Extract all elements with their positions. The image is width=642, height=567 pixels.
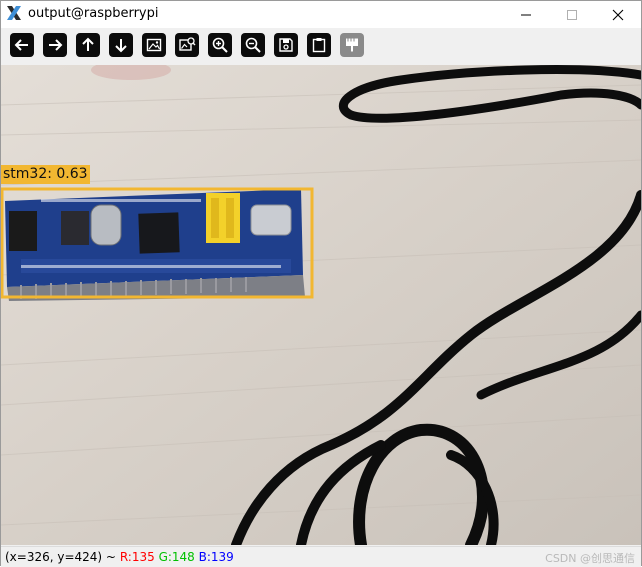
pan-down-button[interactable] xyxy=(109,33,133,57)
clipboard-icon xyxy=(312,38,326,53)
copy-button[interactable] xyxy=(307,33,331,57)
zoom-original-button[interactable] xyxy=(175,33,199,57)
maximize-icon xyxy=(567,9,577,20)
window-title: output@raspberrypi xyxy=(28,6,159,21)
zoom-in-button[interactable] xyxy=(208,33,232,57)
arrow-left-icon xyxy=(14,39,28,51)
desk-surface xyxy=(1,65,641,545)
close-button[interactable] xyxy=(595,1,641,28)
pixel-info: (x=326, y=424) ~ R:135 G:148 B:139 xyxy=(5,550,234,564)
camera-frame xyxy=(1,65,641,545)
blue-value: B:139 xyxy=(198,550,234,564)
pan-up-button[interactable] xyxy=(76,33,100,57)
pan-left-button[interactable] xyxy=(10,33,34,57)
arrow-down-icon xyxy=(115,39,127,53)
red-value: R:135 xyxy=(119,550,155,564)
toolbar xyxy=(1,28,641,64)
stm32-board xyxy=(5,189,305,301)
app-window: output@raspberrypi stm32: 0.63 (x=326, y… xyxy=(0,0,642,567)
minimize-button[interactable] xyxy=(503,1,549,28)
image-view[interactable]: stm32: 0.63 xyxy=(1,65,641,545)
save-icon xyxy=(279,38,293,52)
minimize-icon xyxy=(521,14,531,15)
paintbrush-icon xyxy=(346,38,358,52)
x-logo-icon xyxy=(7,6,21,20)
cursor-position: (x=326, y=424) ~ xyxy=(5,550,116,564)
properties-button[interactable] xyxy=(340,33,364,57)
zoom-out-icon xyxy=(245,37,261,53)
status-bar: (x=326, y=424) ~ R:135 G:148 B:139 CSDN … xyxy=(1,546,641,567)
pan-right-button[interactable] xyxy=(43,33,67,57)
zoom-in-icon xyxy=(212,37,228,53)
close-icon xyxy=(612,9,624,20)
zoom-fit-button[interactable] xyxy=(142,33,166,57)
title-bar[interactable]: output@raspberrypi xyxy=(1,1,641,28)
image-zoom-icon xyxy=(179,37,196,51)
zoom-out-button[interactable] xyxy=(241,33,265,57)
detection-label: stm32: 0.63 xyxy=(1,165,90,184)
arrow-right-icon xyxy=(49,39,63,51)
save-button[interactable] xyxy=(274,33,298,57)
image-icon xyxy=(146,38,162,52)
watermark: CSDN @创思通信 xyxy=(545,552,635,565)
maximize-button[interactable] xyxy=(549,1,595,28)
arrow-up-icon xyxy=(82,37,94,51)
green-value: G:148 xyxy=(158,550,195,564)
